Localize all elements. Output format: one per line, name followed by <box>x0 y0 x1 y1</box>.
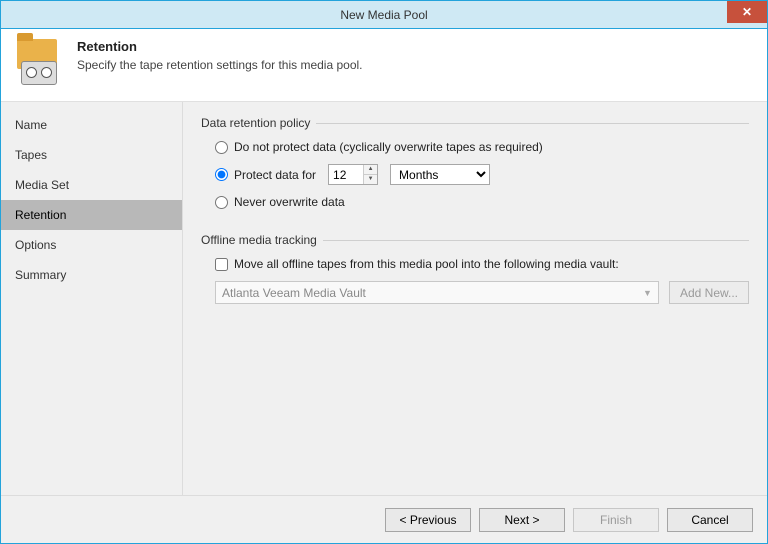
content-pane: Data retention policy Do not protect dat… <box>183 102 767 495</box>
move-offline-checkbox-row[interactable]: Move all offline tapes from this media p… <box>215 257 749 271</box>
radio-never-overwrite-label: Never overwrite data <box>234 195 345 209</box>
sidebar-item-media-set[interactable]: Media Set <box>1 170 182 200</box>
protect-duration-stepper[interactable]: ▲ ▼ <box>328 164 378 185</box>
vault-row: Atlanta Veeam Media Vault ▼ Add New... <box>215 281 749 304</box>
protect-duration-input[interactable] <box>329 165 363 184</box>
sidebar-item-name[interactable]: Name <box>1 110 182 140</box>
close-button[interactable]: ✕ <box>727 1 767 23</box>
window-title: New Media Pool <box>340 8 427 22</box>
header: Retention Specify the tape retention set… <box>1 29 767 102</box>
next-button[interactable]: Next > <box>479 508 565 532</box>
radio-no-protect[interactable]: Do not protect data (cyclically overwrit… <box>215 140 749 154</box>
sidebar-item-retention[interactable]: Retention <box>1 200 182 230</box>
header-text: Retention Specify the tape retention set… <box>77 39 363 72</box>
divider-line <box>316 123 749 124</box>
radio-protect-for-label: Protect data for <box>234 168 316 182</box>
radio-no-protect-label: Do not protect data (cyclically overwrit… <box>234 140 543 154</box>
protect-unit-select[interactable]: Months <box>390 164 490 185</box>
add-new-vault-button[interactable]: Add New... <box>669 281 749 304</box>
cancel-button[interactable]: Cancel <box>667 508 753 532</box>
header-title: Retention <box>77 39 363 54</box>
chevron-down-icon: ▼ <box>643 288 652 298</box>
body: Name Tapes Media Set Retention Options S… <box>1 102 767 495</box>
footer: < Previous Next > Finish Cancel <box>1 495 767 543</box>
radio-no-protect-input[interactable] <box>215 141 228 154</box>
close-icon: ✕ <box>742 5 752 19</box>
stepper-controls: ▲ ▼ <box>363 165 377 184</box>
radio-protect-for-row: Protect data for ▲ ▼ Months <box>215 164 749 185</box>
sidebar-item-tapes[interactable]: Tapes <box>1 140 182 170</box>
retention-icon <box>15 39 63 87</box>
move-offline-checkbox[interactable] <box>215 258 228 271</box>
sidebar-item-options[interactable]: Options <box>1 230 182 260</box>
radio-protect-for-input[interactable] <box>215 168 228 181</box>
sidebar-item-summary[interactable]: Summary <box>1 260 182 290</box>
move-offline-label: Move all offline tapes from this media p… <box>234 257 619 271</box>
dialog-window: New Media Pool ✕ Retention Specify the t… <box>0 0 768 544</box>
divider-line <box>323 240 749 241</box>
media-vault-value: Atlanta Veeam Media Vault <box>222 286 366 300</box>
previous-button[interactable]: < Previous <box>385 508 471 532</box>
radio-never-overwrite-input[interactable] <box>215 196 228 209</box>
stepper-up-icon[interactable]: ▲ <box>364 165 377 175</box>
offline-group-label: Offline media tracking <box>201 233 749 247</box>
header-subtitle: Specify the tape retention settings for … <box>77 58 363 72</box>
titlebar: New Media Pool ✕ <box>1 1 767 29</box>
radio-never-overwrite[interactable]: Never overwrite data <box>215 195 749 209</box>
finish-button[interactable]: Finish <box>573 508 659 532</box>
retention-group-label: Data retention policy <box>201 116 749 130</box>
offline-group-text: Offline media tracking <box>201 233 317 247</box>
wizard-sidebar: Name Tapes Media Set Retention Options S… <box>1 102 183 495</box>
media-vault-select[interactable]: Atlanta Veeam Media Vault ▼ <box>215 281 659 304</box>
retention-group-text: Data retention policy <box>201 116 310 130</box>
stepper-down-icon[interactable]: ▼ <box>364 175 377 184</box>
